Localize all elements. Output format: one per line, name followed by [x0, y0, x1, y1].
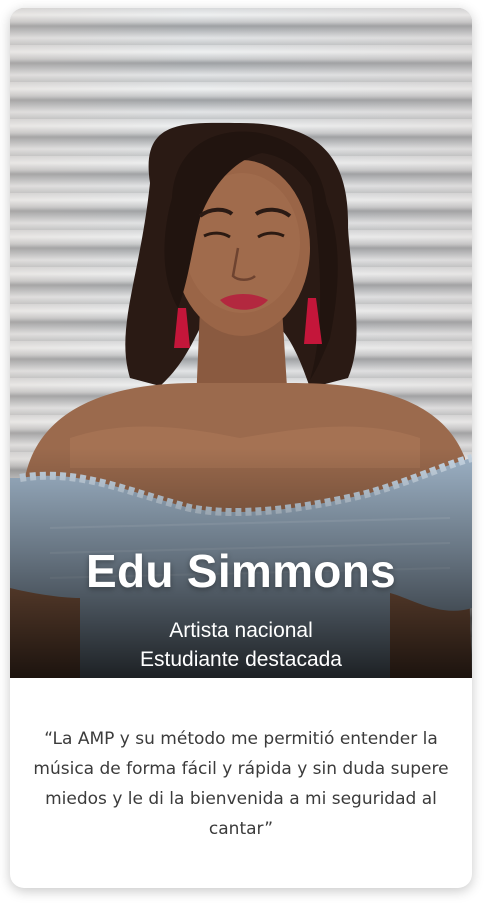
role-line-1: Artista nacional [169, 619, 313, 642]
testimonial-quote: “La AMP y su método me permitió entender… [33, 729, 449, 839]
testimonial-card: Edu Simmons Artista nacional Estudiante … [10, 8, 472, 888]
role-line-2: Estudiante destacada [140, 648, 342, 671]
person-name: Edu Simmons [85, 545, 396, 597]
profile-photo: Edu Simmons Artista nacional Estudiante … [10, 8, 472, 678]
